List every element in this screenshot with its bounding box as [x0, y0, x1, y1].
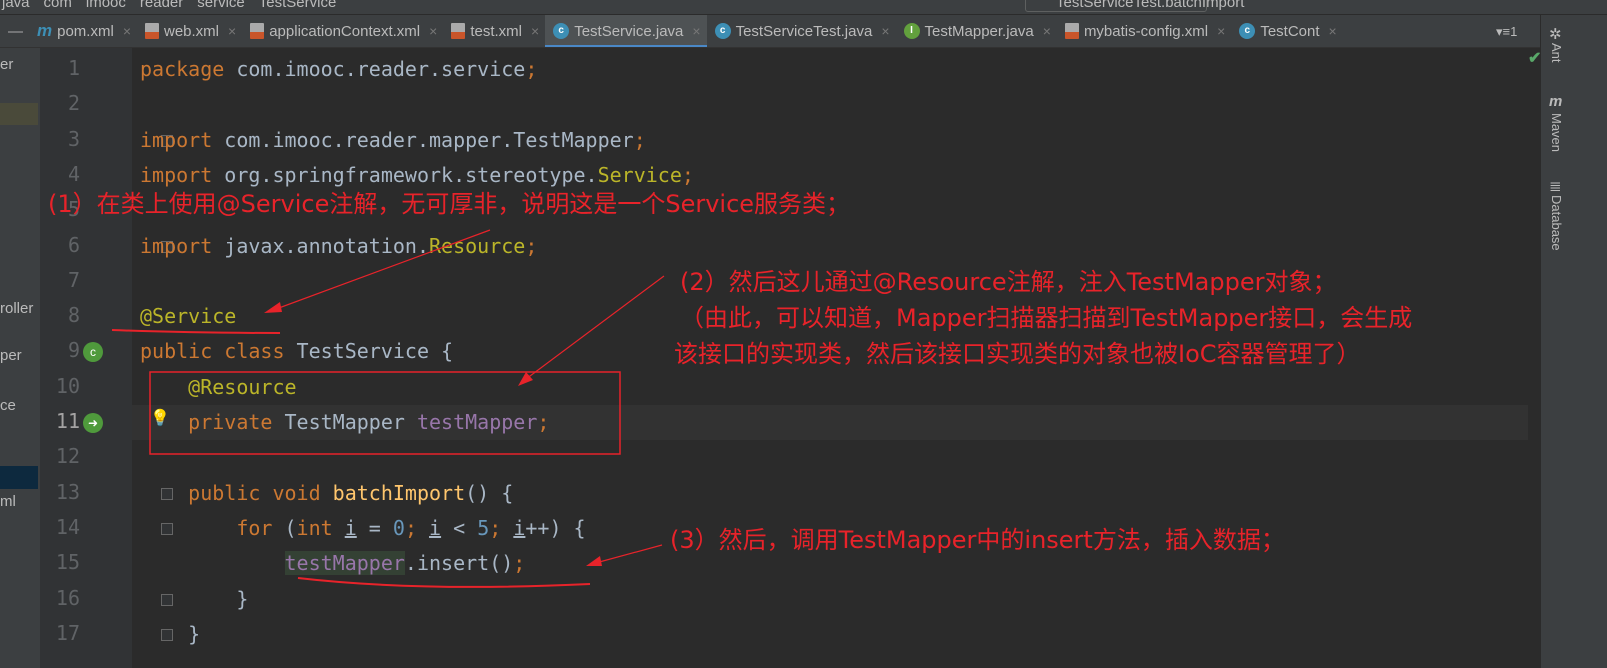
annotation-note-2-line-1: (2）然后这儿通过@Resource注解，注入TestMapper对象；: [680, 268, 1337, 296]
annotation-note-2-line-2: （由此，可以知道，Mapper扫描器扫描到TestMapper接口，会生成: [680, 304, 1413, 332]
arrow-1: [267, 229, 491, 313]
arrow-2-head: [518, 372, 533, 386]
arrow-3-head: [586, 556, 602, 566]
underline-service: [111, 329, 281, 334]
annotation-box: [149, 371, 621, 455]
arrow-1-head: [264, 302, 282, 313]
annotation-note-1: (1）在类上使用@Service注解，无可厚非，说明这是一个Service服务类…: [48, 190, 851, 218]
arrow-2: [521, 275, 665, 383]
annotation-note-3: (3）然后，调用TestMapper中的insert方法，插入数据；: [670, 526, 1285, 554]
arrow-3: [591, 544, 663, 565]
underline-insert: [297, 577, 591, 588]
annotation-note-2-line-3: 该接口的实现类，然后该接口实现类的对象也被IoC容器管理了）: [674, 340, 1361, 368]
